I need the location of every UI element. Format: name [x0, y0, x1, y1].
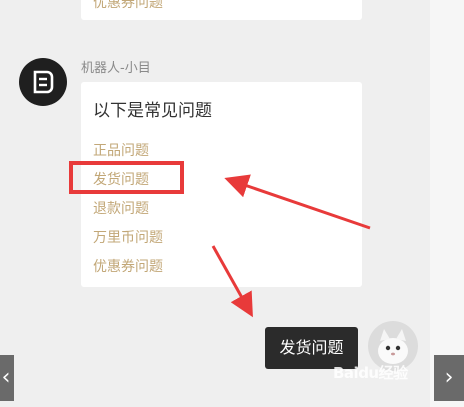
- prev-nav-button[interactable]: ‹: [0, 355, 14, 401]
- chevron-right-icon: ›: [444, 365, 454, 390]
- watermark: Baidu经验: [333, 364, 408, 382]
- arrow-to-highlight: [224, 174, 371, 230]
- chevron-left-icon: ‹: [1, 365, 11, 390]
- next-nav-button[interactable]: ›: [434, 355, 464, 401]
- arrow-to-user-message: [211, 245, 253, 318]
